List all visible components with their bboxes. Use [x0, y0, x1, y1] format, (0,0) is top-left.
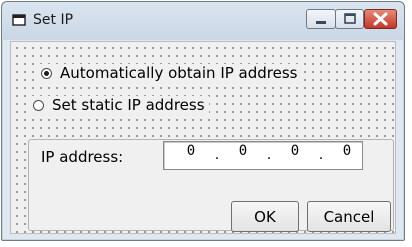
- ip-octet-2[interactable]: 0: [230, 142, 256, 160]
- auto-ip-option[interactable]: Automatically obtain IP address: [39, 64, 302, 82]
- maximize-button[interactable]: [335, 9, 364, 29]
- close-button[interactable]: [364, 9, 397, 29]
- static-ip-label: Set static IP address: [52, 96, 205, 114]
- ip-address-label: IP address:: [41, 148, 124, 166]
- ip-octet-1[interactable]: 0: [178, 142, 204, 160]
- ip-address-field[interactable]: 0 . 0 . 0 . 0: [163, 141, 363, 170]
- minimize-button[interactable]: [306, 9, 336, 29]
- ip-separator: .: [318, 147, 324, 163]
- minimize-icon: [316, 21, 326, 24]
- title-bar[interactable]: Set IP: [2, 2, 404, 40]
- auto-ip-radio[interactable]: [41, 67, 52, 79]
- radio-selected-dot: [44, 70, 49, 76]
- app-window-icon: [12, 14, 26, 26]
- cancel-button[interactable]: Cancel: [307, 201, 391, 232]
- ok-button[interactable]: OK: [231, 201, 299, 232]
- set-ip-window: Set IP Automatically obtain IP address S…: [1, 1, 405, 241]
- maximize-icon: [344, 13, 356, 24]
- ip-separator: .: [214, 147, 220, 163]
- static-ip-radio[interactable]: [33, 99, 44, 111]
- window-title: Set IP: [33, 12, 74, 28]
- auto-ip-label: Automatically obtain IP address: [60, 64, 298, 82]
- ip-octet-3[interactable]: 0: [282, 142, 308, 160]
- static-ip-option[interactable]: Set static IP address: [31, 96, 209, 114]
- ip-separator: .: [266, 147, 272, 163]
- close-icon: [373, 12, 388, 26]
- ip-octet-4[interactable]: 0: [334, 142, 360, 160]
